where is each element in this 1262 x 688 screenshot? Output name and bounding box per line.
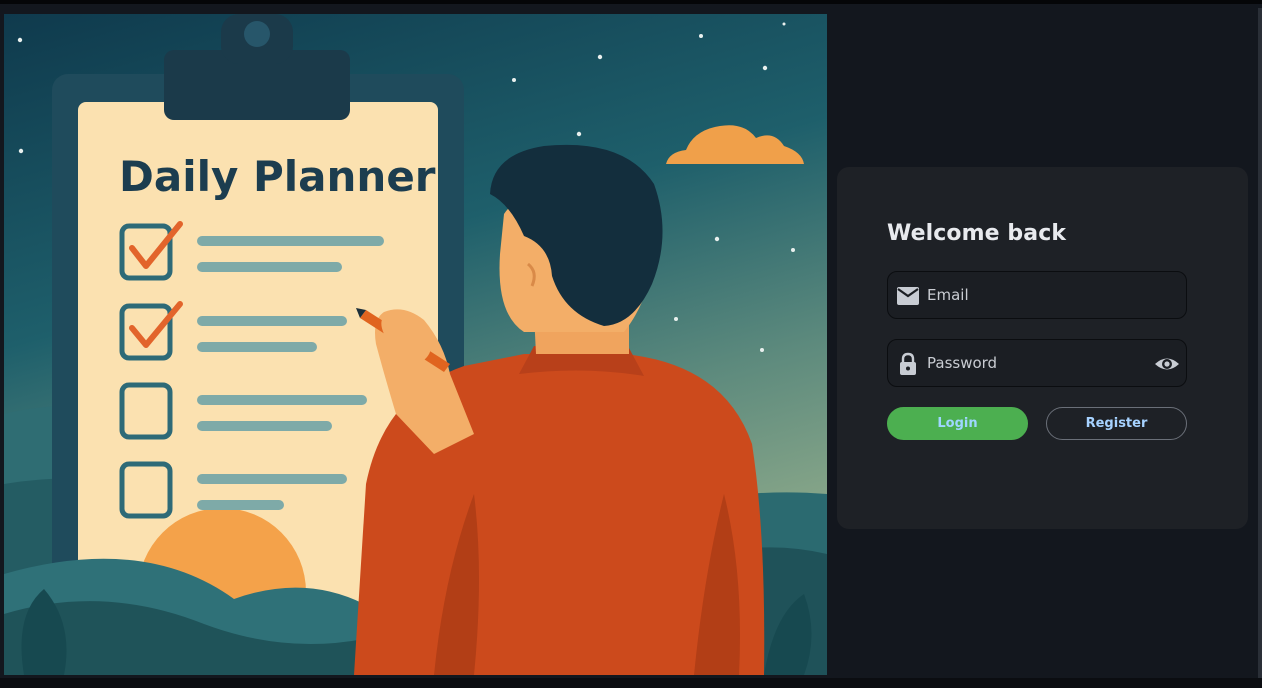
envelope-icon	[897, 287, 919, 305]
login-button[interactable]: Login	[887, 407, 1028, 440]
eye-icon[interactable]	[1154, 352, 1180, 376]
bottom-bar	[0, 678, 1262, 688]
welcome-heading: Welcome back	[887, 221, 1067, 246]
register-button[interactable]: Register	[1046, 407, 1187, 440]
password-input[interactable]	[927, 340, 1147, 385]
clipboard-title: Daily Planner	[119, 152, 436, 201]
password-field[interactable]	[887, 339, 1187, 387]
app-window: Daily Planner Welcome back Email Login R…	[0, 0, 1262, 688]
login-card: Welcome back Login Register	[837, 167, 1248, 529]
email-input[interactable]	[927, 272, 1147, 317]
email-field[interactable]	[887, 271, 1187, 319]
lock-icon	[900, 352, 916, 375]
hero-illustration: Daily Planner	[4, 14, 827, 675]
window-edge	[1258, 8, 1262, 682]
